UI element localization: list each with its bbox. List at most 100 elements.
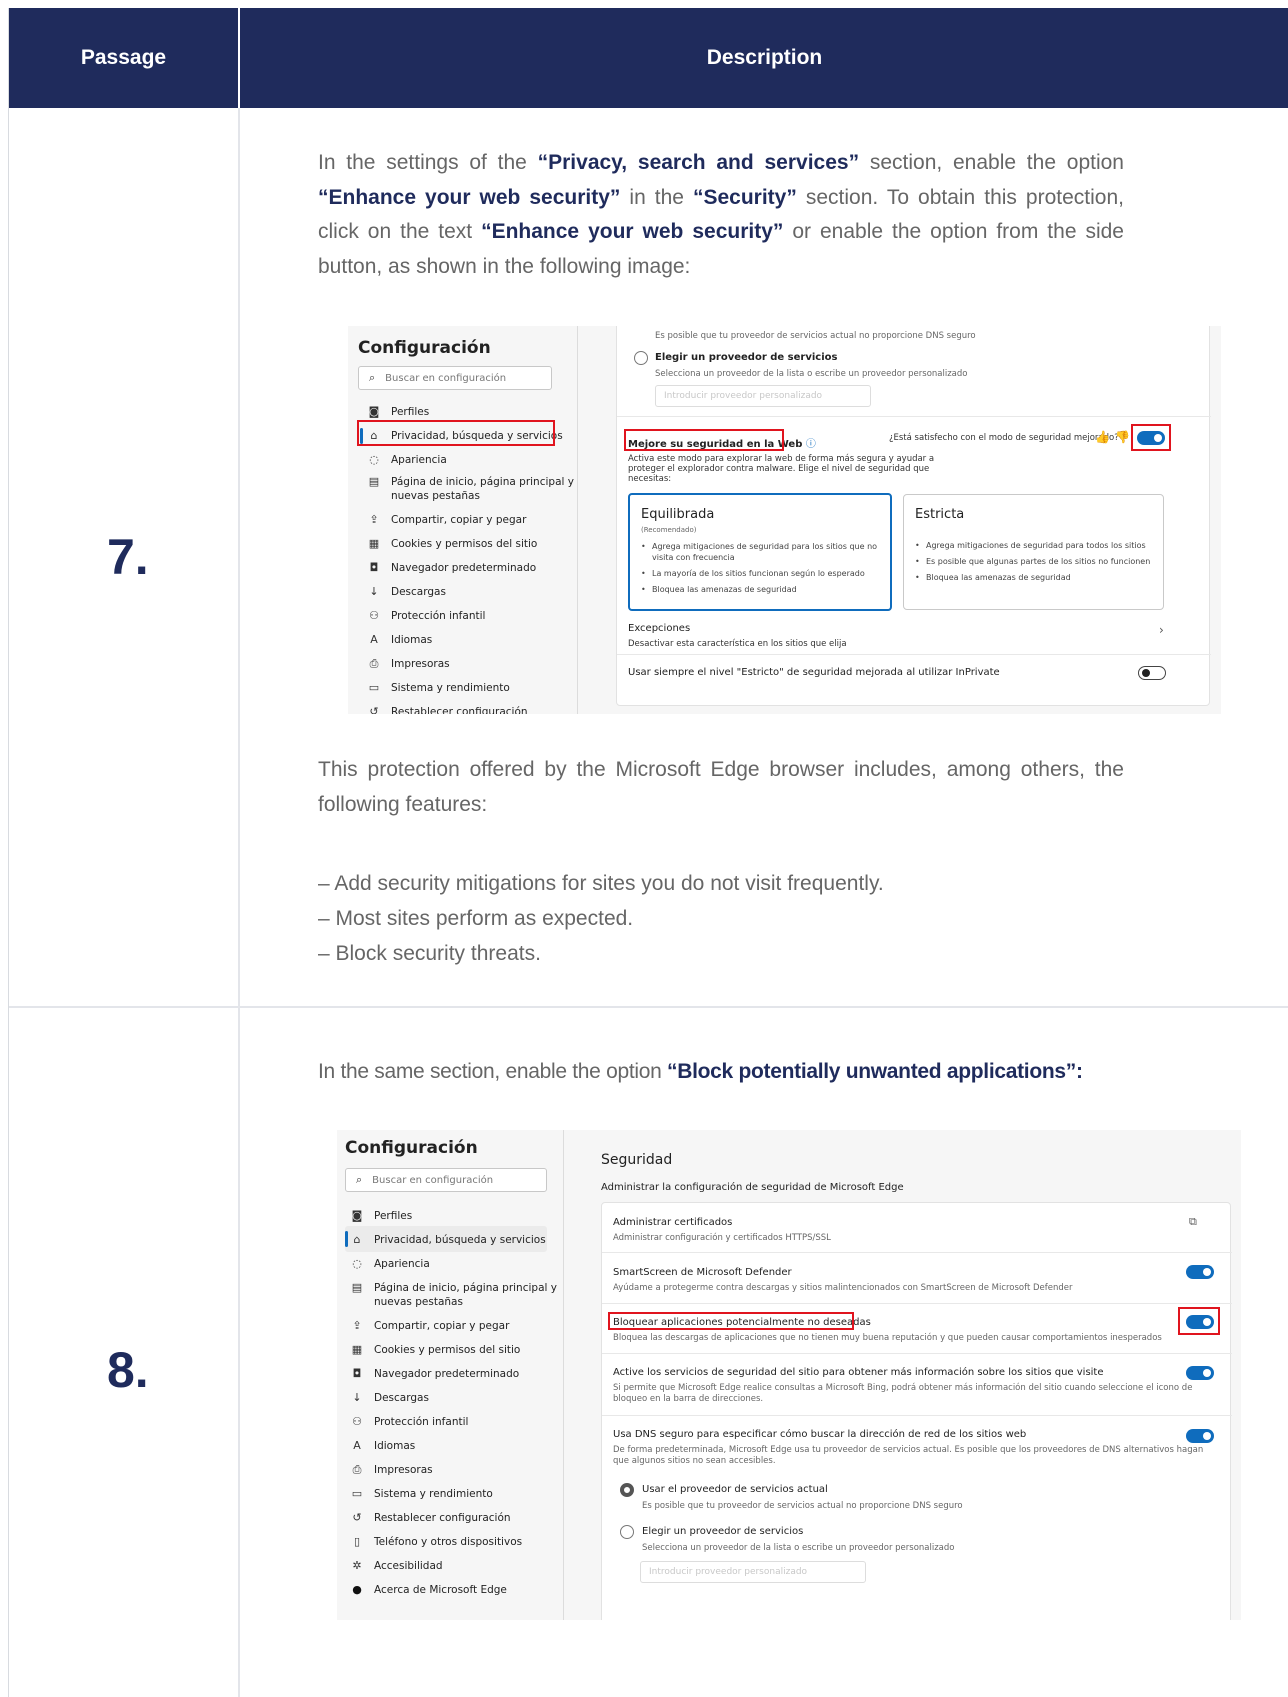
security-desc-line: necesitas:	[628, 474, 672, 484]
nav-label: Navegador predeterminado	[391, 562, 537, 574]
divider	[602, 1303, 1232, 1304]
nav-label: Idiomas	[391, 634, 433, 646]
emphasis: “Enhance your web security”	[318, 185, 621, 209]
nav-item-accessibility[interactable]: ✲ Accesibilidad	[351, 1560, 442, 1573]
home-page-icon: ▤	[351, 1281, 363, 1294]
nav-item-share[interactable]: ⇪ Compartir, copiar y pegar	[351, 1320, 509, 1333]
thumbs-down-icon[interactable]: 👎	[1115, 430, 1130, 444]
nav-item-printers[interactable]: ⎙ Impresoras	[351, 1463, 433, 1477]
mode-card-balanced[interactable]: Equilibrada (Recomendado) Agrega mitigac…	[628, 493, 892, 611]
nav-label: Idiomas	[374, 1440, 416, 1452]
phone-icon: ▯	[353, 1535, 361, 1548]
nav-item-appearance[interactable]: ◌ Apariencia	[368, 454, 447, 467]
row-number: 8.	[107, 1342, 149, 1398]
highlight-box	[624, 429, 784, 451]
chevron-right-icon[interactable]: ›	[1159, 623, 1164, 637]
search-input[interactable]: ⌕ Buscar en configuración	[345, 1168, 547, 1192]
instructions-table: Passage Description 7. In the settings o…	[8, 8, 1288, 1697]
nav-item-reset[interactable]: ↺ Restablecer configuración	[351, 1512, 510, 1525]
column-divider	[238, 108, 240, 1697]
external-link-icon[interactable]: ⧉	[1189, 1215, 1197, 1229]
mode-card-strict[interactable]: Estricta Agrega mitigaciones de segurida…	[903, 494, 1164, 610]
printer-icon: ⎙	[369, 657, 379, 670]
nav-item-phone[interactable]: ▯ Teléfono y otros dispositivos	[351, 1535, 522, 1549]
security-panel: Es posible que tu proveedor de servicios…	[616, 326, 1211, 706]
provider-title: Elegir un proveedor de servicios	[642, 1526, 804, 1537]
nav-item-cookies[interactable]: ▦ Cookies y permisos del sitio	[351, 1344, 521, 1357]
nav-item-appearance[interactable]: ◌ Apariencia	[351, 1258, 430, 1271]
laptop-icon: ▭	[368, 681, 380, 694]
feedback-question: ¿Está satisfecho con el modo de segurida…	[889, 433, 1119, 443]
siteinfo-desc-line: bloqueo en la barra de direcciones.	[613, 1394, 764, 1404]
nav-item-languages[interactable]: A Idiomas	[351, 1439, 416, 1453]
nav-item-system[interactable]: ▭ Sistema y rendimiento	[351, 1487, 493, 1501]
current-provider-radio[interactable]	[620, 1483, 634, 1497]
nav-item-printers[interactable]: ⎙ Impresoras	[368, 657, 450, 671]
provider-input[interactable]: Introducir proveedor personalizado	[640, 1561, 866, 1583]
profile-icon: ◙	[368, 405, 380, 418]
inprivate-toggle[interactable]	[1138, 666, 1166, 680]
exceptions-desc: Desactivar esta característica en los si…	[628, 639, 847, 649]
help-icon[interactable]: ⓘ	[806, 439, 816, 450]
language-icon: A	[370, 633, 378, 646]
nav-item-languages[interactable]: A Idiomas	[368, 633, 433, 647]
home-page-icon: ▤	[368, 475, 380, 488]
nav-label: Apariencia	[374, 1258, 430, 1270]
printer-icon: ⎙	[352, 1463, 362, 1476]
download-icon: ↓	[369, 585, 379, 598]
language-icon: A	[353, 1439, 361, 1452]
nav-item-share[interactable]: ⇪ Compartir, copiar y pegar	[368, 514, 526, 527]
nav-item-about[interactable]: ● Acerca de Microsoft Edge	[351, 1583, 507, 1597]
feature: Bloquea las amenazas de seguridad	[641, 584, 886, 595]
edge-logo-icon: ●	[352, 1583, 362, 1596]
dns-toggle[interactable]	[1186, 1429, 1214, 1443]
table-header: Passage Description	[9, 8, 1288, 108]
section-title: Seguridad	[601, 1152, 673, 1168]
nav-label: Página de inicio, página principal y	[391, 476, 574, 488]
dns-desc-line: De forma predeterminada, Microsoft Edge …	[613, 1445, 1204, 1455]
smartscreen-title: SmartScreen de Microsoft Defender	[613, 1267, 792, 1278]
nav-item-profiles[interactable]: ◙ Perfiles	[351, 1210, 413, 1223]
provider-desc: Selecciona un proveedor de la lista o es…	[642, 1543, 955, 1553]
nav-item-start-page-line2: nuevas pestañas	[391, 490, 480, 502]
nav-item-cookies[interactable]: ▦ Cookies y permisos del sitio	[368, 538, 538, 551]
provider-radio[interactable]	[634, 351, 648, 365]
smartscreen-toggle[interactable]	[1186, 1265, 1214, 1279]
nav-label: Cookies y permisos del sitio	[374, 1344, 521, 1356]
thumbs-up-icon[interactable]: 👍	[1095, 430, 1110, 444]
nav-item-default-browser[interactable]: ◘ Navegador predeterminado	[368, 562, 537, 575]
pane-divider	[563, 1130, 564, 1620]
siteinfo-title: Active los servicios de seguridad del si…	[613, 1367, 1104, 1378]
active-indicator	[345, 1231, 348, 1247]
nav-item-default-browser[interactable]: ◘ Navegador predeterminado	[351, 1367, 520, 1381]
nav-label: Perfiles	[391, 406, 430, 418]
highlight-box	[608, 1312, 854, 1330]
nav-label: Sistema y rendimiento	[374, 1488, 493, 1500]
provider-radio[interactable]	[620, 1525, 634, 1539]
divider	[602, 1415, 1232, 1416]
emphasis: “Enhance your web security”	[481, 220, 784, 243]
nav-item-system[interactable]: ▭ Sistema y rendimiento	[368, 681, 510, 695]
text: In the same section, enable the option	[318, 1060, 668, 1083]
feature-item: – Block security threats.	[318, 942, 541, 965]
nav-item-privacy[interactable]: ⌂ Privacidad, búsqueda y servicios	[351, 1234, 546, 1247]
highlight-box	[1178, 1307, 1220, 1335]
nav-label: Impresoras	[374, 1464, 433, 1476]
nav-item-family[interactable]: ⚇ Protección infantil	[351, 1416, 468, 1429]
laptop-icon: ▭	[351, 1487, 363, 1500]
search-input[interactable]: ⌕ Buscar en configuración	[358, 366, 552, 390]
browser-icon: ◘	[352, 1367, 362, 1380]
nav-item-start-page[interactable]: ▤ Página de inicio, página principal y	[368, 475, 574, 489]
exceptions-title[interactable]: Excepciones	[628, 623, 690, 634]
certs-title[interactable]: Administrar certificados	[613, 1217, 732, 1228]
provider-input[interactable]: Introducir proveedor personalizado	[655, 385, 871, 407]
nav-item-start-page-line2: nuevas pestañas	[374, 1296, 463, 1308]
nav-item-profiles[interactable]: ◙ Perfiles	[368, 405, 430, 419]
nav-item-family[interactable]: ⚇ Protección infantil	[368, 610, 485, 623]
text: In the settings of the	[318, 151, 538, 174]
nav-item-start-page[interactable]: ▤ Página de inicio, página principal y	[351, 1281, 557, 1295]
nav-item-downloads[interactable]: ↓ Descargas	[351, 1392, 429, 1405]
siteinfo-toggle[interactable]	[1186, 1366, 1214, 1380]
nav-item-downloads[interactable]: ↓ Descargas	[368, 585, 446, 599]
nav-item-reset[interactable]: ↺ Restablecer configuración	[368, 706, 527, 715]
